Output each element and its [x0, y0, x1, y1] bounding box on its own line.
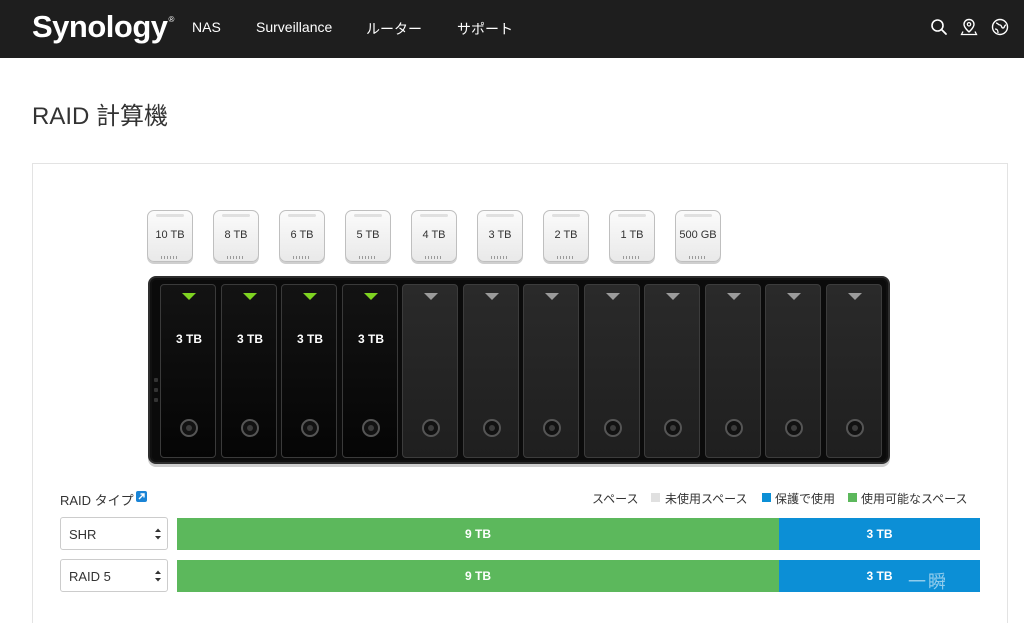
capacity-bar-raid5: 9 TB 3 TB [177, 560, 980, 592]
bay-latch-icon [664, 419, 682, 437]
bay-latch-icon [846, 419, 864, 437]
location-icon[interactable] [960, 18, 978, 36]
top-nav: Synology® NAS Surveillance ルーター サポート [0, 0, 1024, 58]
drive-option[interactable]: 10 TB [147, 210, 193, 265]
bay-latch-icon [543, 419, 561, 437]
legend-title: スペース [592, 492, 639, 506]
drive-option[interactable]: 8 TB [213, 210, 259, 265]
drive-bay-empty[interactable] [765, 284, 821, 458]
bay-capacity-label: 3 TB [175, 332, 202, 346]
bay-capacity-label: 3 TB [236, 332, 263, 346]
bay-led-icon [545, 293, 559, 300]
drive-option[interactable]: 2 TB [543, 210, 589, 265]
drive-option[interactable]: 3 TB [477, 210, 523, 265]
drive-option[interactable]: 500 GB [675, 210, 721, 265]
watermark: 一瞬 [908, 572, 948, 592]
bay-capacity-label: 3 TB [357, 332, 384, 346]
bay-led-icon [606, 293, 620, 300]
bay-latch-icon [362, 419, 380, 437]
bay-led-icon [727, 293, 741, 300]
nav-link-router[interactable]: ルーター [366, 19, 422, 39]
bay-led-icon [848, 293, 862, 300]
raid-type-label: RAID タイプ [60, 493, 134, 508]
status-led [154, 398, 158, 402]
select-arrows-icon [154, 526, 162, 542]
bay-capacity-label: 3 TB [296, 332, 323, 346]
bay-led-icon [303, 293, 317, 300]
available-space-segment: 9 TB [177, 518, 779, 550]
bay-led-icon [787, 293, 801, 300]
select-arrows-icon [154, 568, 162, 584]
drive-option[interactable]: 4 TB [411, 210, 457, 265]
status-led [154, 378, 158, 382]
bay-led-icon [666, 293, 680, 300]
drive-bay-empty[interactable] [402, 284, 458, 458]
legend-swatch-protection [762, 493, 771, 502]
bay-led-icon [182, 293, 196, 300]
legend-protection: 保護で使用 [775, 492, 836, 506]
drive-bay-filled[interactable]: 3 TB [221, 284, 277, 458]
bay-led-icon [424, 293, 438, 300]
bay-led-icon [485, 293, 499, 300]
drive-option[interactable]: 1 TB [609, 210, 655, 265]
drive-bay-empty[interactable] [584, 284, 640, 458]
legend-available: 使用可能なスペース [861, 492, 968, 506]
bay-latch-icon [422, 419, 440, 437]
bay-latch-icon [604, 419, 622, 437]
page-title: RAID 計算機 [32, 103, 169, 130]
drive-bay-empty[interactable] [705, 284, 761, 458]
nav-link-nas[interactable]: NAS [192, 19, 221, 35]
drive-bay-empty[interactable] [826, 284, 882, 458]
bay-latch-icon [241, 419, 259, 437]
legend-swatch-unused [651, 493, 660, 502]
raid-type-select-shr[interactable]: SHR [60, 517, 168, 550]
available-space-segment: 9 TB [177, 560, 779, 592]
globe-icon[interactable] [991, 18, 1009, 36]
drive-option[interactable]: 5 TB [345, 210, 391, 265]
bay-led-icon [243, 293, 257, 300]
bay-latch-icon [483, 419, 501, 437]
external-link-icon[interactable] [136, 491, 147, 502]
bay-latch-icon [180, 419, 198, 437]
status-led [154, 388, 158, 392]
capacity-bar-shr: 9 TB 3 TB [177, 518, 980, 550]
drive-bay-empty[interactable] [523, 284, 579, 458]
drive-bay-empty[interactable] [463, 284, 519, 458]
raid-type-select-raid5[interactable]: RAID 5 [60, 559, 168, 592]
synology-logo[interactable]: Synology® [32, 9, 174, 45]
bay-latch-icon [725, 419, 743, 437]
nav-link-surveillance[interactable]: Surveillance [256, 19, 332, 35]
bay-latch-icon [301, 419, 319, 437]
drive-bay-empty[interactable] [644, 284, 700, 458]
legend-swatch-available [848, 493, 857, 502]
protection-space-segment: 3 TB [779, 560, 980, 592]
drive-bay-filled[interactable]: 3 TB [281, 284, 337, 458]
nav-link-support[interactable]: サポート [457, 19, 513, 39]
drive-bay-filled[interactable]: 3 TB [160, 284, 216, 458]
protection-space-segment: 3 TB [779, 518, 980, 550]
legend-unused: 未使用スペース [665, 492, 748, 506]
drive-bay-filled[interactable]: 3 TB [342, 284, 398, 458]
bay-latch-icon [785, 419, 803, 437]
drive-option[interactable]: 6 TB [279, 210, 325, 265]
search-icon[interactable] [930, 18, 948, 36]
bay-led-icon [364, 293, 378, 300]
